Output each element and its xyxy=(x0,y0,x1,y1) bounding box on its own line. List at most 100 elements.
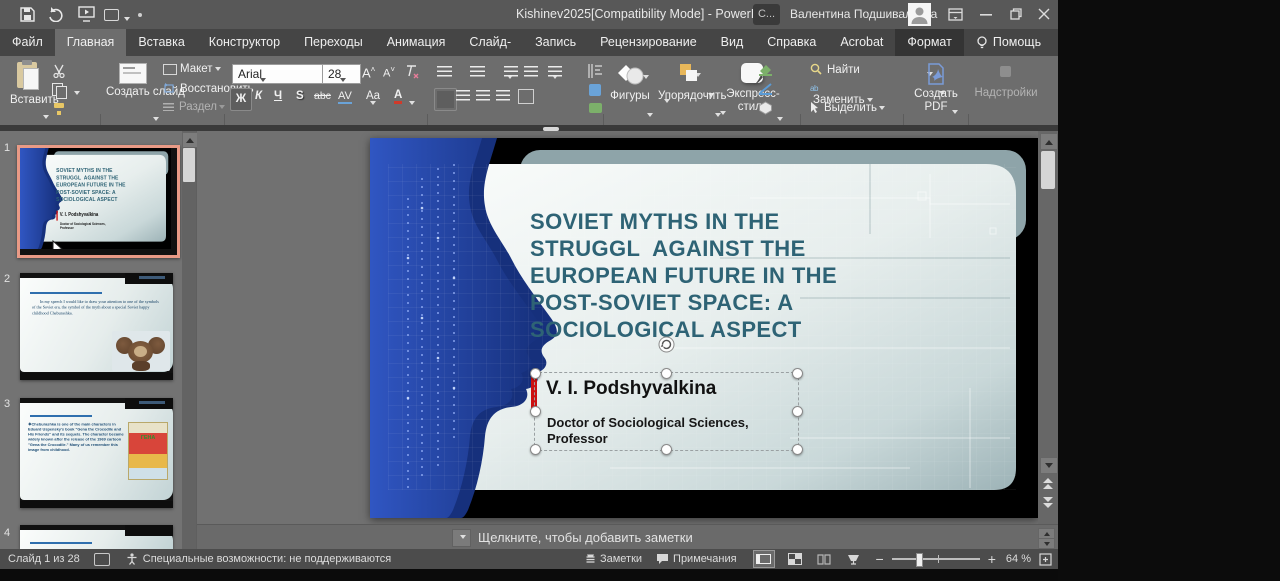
align-text-icon[interactable] xyxy=(589,84,601,96)
thumbnails-scrollbar[interactable] xyxy=(182,131,196,549)
selection-handle-middle-right[interactable] xyxy=(792,406,803,417)
zoom-level[interactable]: 64 % xyxy=(1006,553,1031,565)
next-slide-icon[interactable] xyxy=(1042,495,1054,509)
decrease-font-button[interactable]: А˅ xyxy=(383,65,395,80)
ribbon-display-options-icon[interactable] xyxy=(948,8,963,21)
slideshow-view-button[interactable] xyxy=(847,554,860,565)
scroll-down-icon[interactable] xyxy=(1040,457,1058,474)
character-spacing-button[interactable]: AV xyxy=(338,90,352,104)
scrollbar-thumb[interactable] xyxy=(1041,151,1055,189)
previous-slide-icon[interactable] xyxy=(1042,477,1054,491)
slide-canvas[interactable]: SOVIET MYTHS IN THE STRUGGL AGAINST THE … xyxy=(370,138,1038,518)
customize-qat-icon[interactable] xyxy=(138,13,142,17)
tab-slideshow[interactable]: Слайд-шоу xyxy=(457,29,523,56)
smartart-convert-icon[interactable] xyxy=(589,103,602,113)
tab-transitions[interactable]: Переходы xyxy=(292,29,375,56)
font-size-select[interactable]: 28 xyxy=(322,64,361,84)
fit-to-window-icon[interactable] xyxy=(1039,553,1052,566)
addins-button[interactable]: Надстройки xyxy=(972,87,1040,99)
zoom-slider-thumb[interactable] xyxy=(916,553,923,567)
bullets-icon[interactable] xyxy=(437,66,452,78)
arrange-button[interactable]: Упорядочить xyxy=(658,60,720,118)
normal-view-button[interactable] xyxy=(753,550,775,568)
selection-handle-top-right[interactable] xyxy=(792,368,803,379)
slide-title-text[interactable]: SOVIET MYTHS IN THE STRUGGL AGAINST THE … xyxy=(530,208,842,343)
shapes-button[interactable]: Фигуры xyxy=(608,60,652,118)
numbering-icon[interactable] xyxy=(470,66,485,78)
tab-record[interactable]: Запись xyxy=(523,29,588,56)
select-button[interactable]: Выделить xyxy=(810,101,885,114)
theme-display-icon[interactable] xyxy=(94,553,110,566)
tab-file[interactable]: Файл xyxy=(0,29,55,56)
thumbnails-scroll-up-icon[interactable] xyxy=(182,132,198,148)
slide-scrollbar[interactable] xyxy=(1038,131,1058,524)
zoom-slider[interactable] xyxy=(892,558,980,560)
new-slide-button[interactable]: Создать слайд xyxy=(106,60,158,118)
line-spacing-icon[interactable] xyxy=(548,66,562,78)
font-family-select[interactable]: Arial xyxy=(232,64,325,84)
tab-acrobat[interactable]: Acrobat xyxy=(828,29,895,56)
text-shadow-button[interactable]: S xyxy=(296,90,304,102)
spacing-caret-icon[interactable] xyxy=(370,101,376,108)
shape-effects-icon[interactable] xyxy=(758,101,773,115)
columns-icon[interactable] xyxy=(518,89,534,104)
justify-button[interactable] xyxy=(496,90,510,102)
undo-icon[interactable] xyxy=(48,6,64,22)
help-button[interactable]: Помощь xyxy=(964,29,1053,56)
slide-counter[interactable]: Слайд 1 из 28 xyxy=(8,553,80,565)
minimize-icon[interactable] xyxy=(980,14,992,16)
quick-styles-button[interactable]: Экспресс-стили xyxy=(724,60,782,118)
notes-placeholder[interactable]: Щелкните, чтобы добавить заметки xyxy=(478,530,693,545)
notes-toggle-button[interactable]: Заметки xyxy=(600,553,642,565)
scroll-up-icon[interactable] xyxy=(1040,133,1058,150)
start-slideshow-icon[interactable] xyxy=(78,6,95,22)
tab-review[interactable]: Рецензирование xyxy=(588,29,709,56)
tab-view[interactable]: Вид xyxy=(709,29,756,56)
notes-scroll-down-icon[interactable] xyxy=(1038,538,1055,549)
thumbnails-scrollbar-thumb[interactable] xyxy=(183,148,195,182)
selection-handle-bottom-center[interactable] xyxy=(661,444,672,455)
zoom-in-button[interactable]: + xyxy=(988,551,996,567)
tab-insert[interactable]: Вставка xyxy=(126,29,196,56)
slide-sorter-view-button[interactable] xyxy=(789,554,801,564)
tab-shape-format[interactable]: Формат фигуры xyxy=(895,29,963,56)
cut-icon[interactable] xyxy=(52,64,66,78)
quick-access-caret-icon[interactable] xyxy=(124,17,130,24)
section-button[interactable]: Раздел xyxy=(163,101,225,113)
layout-button[interactable]: Макет xyxy=(163,63,221,75)
align-center-button[interactable] xyxy=(456,90,470,102)
clear-formatting-icon[interactable] xyxy=(404,64,420,80)
selection-handle-bottom-left[interactable] xyxy=(530,444,541,455)
text-direction-icon[interactable] xyxy=(586,62,604,80)
collapsed-search-button[interactable]: C... xyxy=(753,4,780,25)
shape-outline-icon[interactable] xyxy=(758,82,773,95)
selection-handle-middle-left[interactable] xyxy=(530,406,541,417)
zoom-out-button[interactable]: − xyxy=(876,551,884,567)
change-case-button[interactable]: Aa xyxy=(366,90,380,102)
save-icon[interactable] xyxy=(20,7,35,22)
close-icon[interactable] xyxy=(1038,8,1050,20)
underline-button[interactable]: Ч xyxy=(274,90,282,102)
comments-toggle-button[interactable]: Примечания xyxy=(673,553,737,565)
italic-button[interactable]: К xyxy=(255,90,262,102)
quick-access-item-icon[interactable] xyxy=(104,9,119,21)
slide-thumbnail-2[interactable]: In my speech I would like to draw your a… xyxy=(20,273,173,380)
bold-button[interactable]: Ж xyxy=(230,88,252,111)
create-pdf-button[interactable]: Создать PDF xyxy=(908,60,964,118)
align-left-button[interactable] xyxy=(434,88,457,111)
notes-options-icon[interactable] xyxy=(452,529,471,547)
selection-handle-bottom-right[interactable] xyxy=(792,444,803,455)
find-button[interactable]: Найти xyxy=(810,63,860,76)
selection-handle-top-left[interactable] xyxy=(530,368,541,379)
slide-thumbnail-1[interactable]: SOVIET MYTHS IN THE STRUGGL AGAINST THE … xyxy=(17,145,180,258)
case-caret-icon[interactable] xyxy=(409,101,415,108)
strikethrough-button[interactable]: abc xyxy=(314,90,331,102)
increase-indent-icon[interactable] xyxy=(524,66,538,78)
accessibility-status[interactable]: Специальные возможности: не поддерживают… xyxy=(143,553,391,565)
slide-thumbnail-4[interactable] xyxy=(20,525,173,549)
notes-pane[interactable]: Щелкните, чтобы добавить заметки xyxy=(197,524,1058,550)
tab-home[interactable]: Главная xyxy=(55,29,127,56)
increase-font-button[interactable]: А˄ xyxy=(362,65,375,80)
font-color-button[interactable]: А xyxy=(394,89,402,104)
copy-caret-icon[interactable] xyxy=(74,91,80,98)
